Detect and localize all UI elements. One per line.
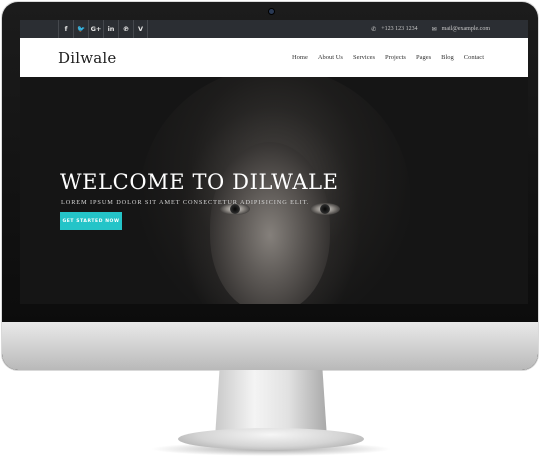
- email-address[interactable]: mail@example.com: [442, 26, 490, 32]
- get-started-button[interactable]: GET STARTED NOW: [60, 212, 122, 230]
- hero-title: WELCOME TO DILWALE: [60, 170, 339, 194]
- vine-icon[interactable]: V: [133, 20, 148, 38]
- nav-item-services[interactable]: Services: [353, 54, 375, 61]
- hero-section: WELCOME TO DILWALE LOREM IPSUM DOLOR SIT…: [20, 77, 528, 304]
- website-screen: f 🐦 G+ in ℗ V ✆ +123 123 1234 ✉ mail@exa…: [20, 20, 528, 304]
- facebook-icon[interactable]: f: [58, 20, 73, 38]
- hero-subtitle: LOREM IPSUM DOLOR SIT AMET CONSECTETUR A…: [61, 199, 310, 206]
- nav-menu: Home About Us Services Projects Pages Bl…: [292, 38, 484, 77]
- twitter-icon[interactable]: 🐦: [73, 20, 88, 38]
- pinterest-icon[interactable]: ℗: [118, 20, 133, 38]
- envelope-icon: ✉: [431, 25, 437, 33]
- top-bar: f 🐦 G+ in ℗ V ✆ +123 123 1234 ✉ mail@exa…: [20, 20, 528, 38]
- google-plus-icon[interactable]: G+: [88, 20, 103, 38]
- monitor-frame: f 🐦 G+ in ℗ V ✆ +123 123 1234 ✉ mail@exa…: [2, 2, 538, 370]
- webcam: [269, 9, 274, 14]
- phone-number: +123 123 1234: [381, 26, 418, 32]
- portrait-right-eye: [310, 203, 340, 215]
- phone-icon: ✆: [371, 25, 377, 33]
- nav-item-contact[interactable]: Contact: [464, 54, 484, 61]
- nav-item-about-us[interactable]: About Us: [318, 54, 343, 61]
- main-navbar: Dilwale Home About Us Services Projects …: [20, 38, 528, 77]
- contact-info: ✆ +123 123 1234 ✉ mail@example.com: [371, 20, 490, 38]
- nav-item-blog[interactable]: Blog: [441, 54, 454, 61]
- nav-item-home[interactable]: Home: [292, 54, 308, 61]
- hero-portrait: [210, 142, 330, 304]
- monitor-chin: [2, 322, 538, 370]
- nav-item-pages[interactable]: Pages: [416, 54, 431, 61]
- social-links: f 🐦 G+ in ℗ V: [58, 20, 148, 38]
- monitor-stand-base: [178, 428, 364, 450]
- site-logo[interactable]: Dilwale: [58, 49, 116, 67]
- nav-item-projects[interactable]: Projects: [385, 54, 406, 61]
- linkedin-icon[interactable]: in: [103, 20, 118, 38]
